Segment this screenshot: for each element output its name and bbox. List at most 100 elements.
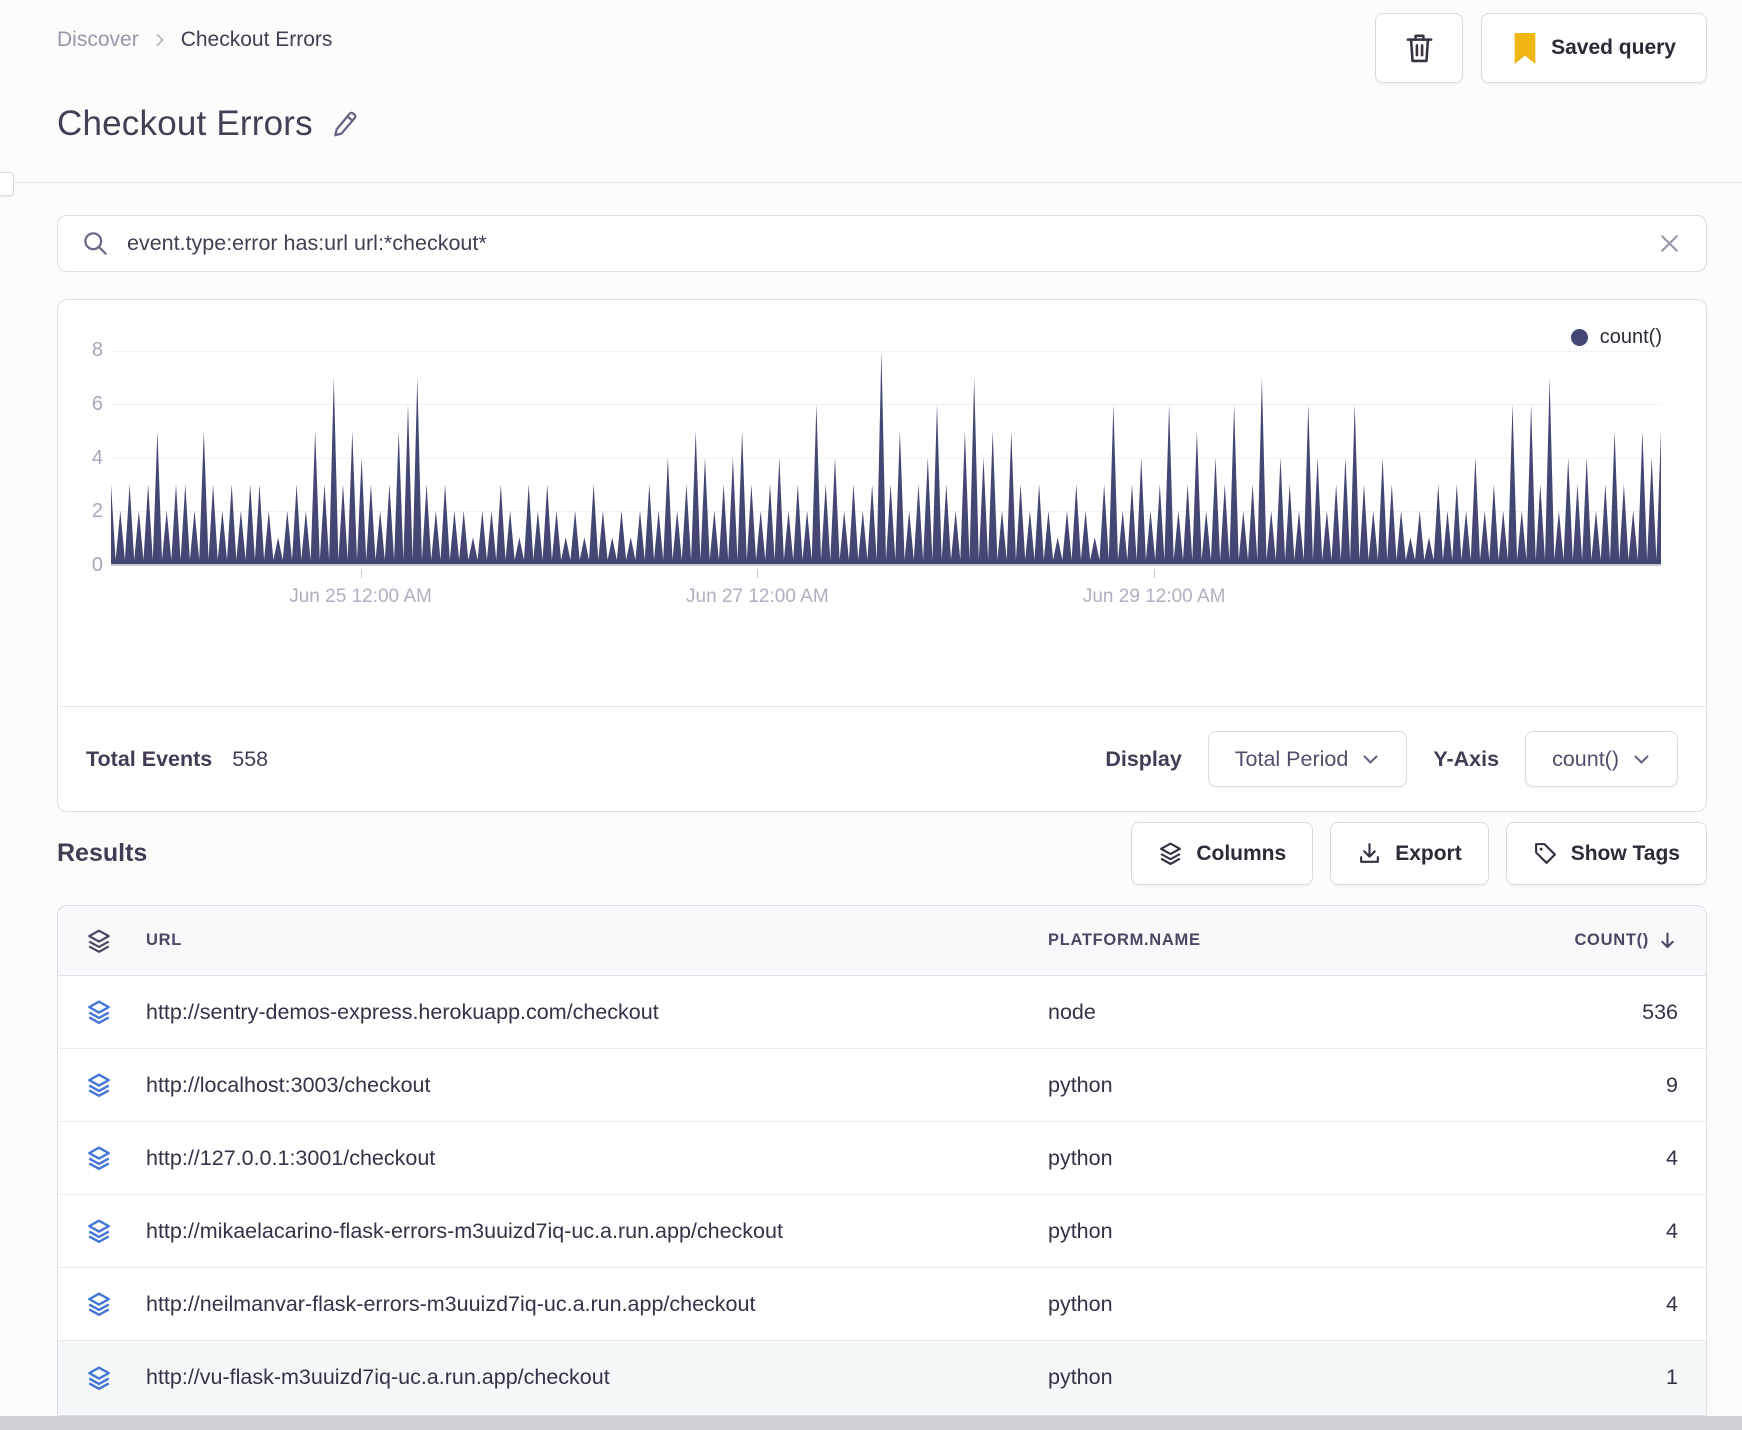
yaxis-dropdown[interactable]: count() (1525, 731, 1678, 787)
trash-icon (1406, 34, 1433, 63)
total-events-label: Total Events (86, 746, 213, 771)
pencil-icon[interactable] (329, 108, 359, 140)
cell-url[interactable]: http://vu-flask-m3uuizd7iq-uc.a.run.app/… (146, 1365, 1048, 1390)
column-header-platform[interactable]: PLATFORM.NAME (1048, 931, 1508, 950)
page-title-row: Checkout Errors (57, 104, 359, 144)
chart-panel: count() 0 2 4 6 8 Jun 25 12:00 AM Jun 27 12:0… (57, 299, 1707, 812)
table-row[interactable]: http://neilmanvar-flask-errors-m3uuizd7i… (58, 1268, 1706, 1341)
bookmark-icon (1514, 32, 1536, 64)
clear-search-button[interactable] (1657, 231, 1682, 256)
count-series-area (111, 351, 1661, 564)
y-tick-label: 2 (91, 500, 103, 523)
results-table: URL PLATFORM.NAME COUNT() http://sentry-… (57, 905, 1707, 1416)
cell-url[interactable]: http://sentry-demos-express.herokuapp.co… (146, 1000, 1048, 1025)
cell-platform[interactable]: python (1048, 1292, 1508, 1317)
chart-controls: Display Total Period Y-Axis count() (1105, 731, 1678, 787)
y-tick-label: 6 (91, 392, 103, 415)
saved-query-button[interactable]: Saved query (1481, 13, 1707, 83)
breadcrumb: Discover Checkout Errors (57, 28, 332, 52)
results-heading: Results (57, 839, 148, 867)
show-tags-button-label: Show Tags (1570, 841, 1680, 865)
delete-query-button[interactable] (1375, 13, 1464, 83)
stack-icon[interactable] (86, 1072, 112, 1098)
chevron-down-icon (1634, 754, 1649, 764)
cell-count[interactable]: 4 (1508, 1146, 1678, 1171)
cell-count[interactable]: 4 (1508, 1219, 1678, 1244)
x-tick-label: Jun 27 12:00 AM (686, 586, 829, 607)
total-events-value: 558 (232, 746, 269, 771)
display-value: Total Period (1234, 746, 1349, 771)
table-row[interactable]: http://vu-flask-m3uuizd7iq-uc.a.run.app/… (58, 1341, 1706, 1414)
chevron-down-icon (1363, 754, 1378, 764)
x-tick-label: Jun 25 12:00 AM (289, 586, 432, 607)
export-button[interactable]: Export (1330, 822, 1489, 885)
results-buttons: Columns Export Show Tags (1131, 822, 1707, 885)
cell-url[interactable]: http://neilmanvar-flask-errors-m3uuizd7i… (146, 1292, 1048, 1317)
cell-url[interactable]: http://localhost:3003/checkout (146, 1073, 1048, 1098)
show-tags-button[interactable]: Show Tags (1505, 822, 1707, 885)
table-body: http://sentry-demos-express.herokuapp.co… (58, 976, 1706, 1414)
stack-icon[interactable] (86, 1291, 112, 1317)
cell-platform[interactable]: python (1048, 1219, 1508, 1244)
export-button-label: Export (1395, 841, 1462, 865)
sort-desc-arrow-icon (1661, 932, 1674, 949)
cell-count[interactable]: 1 (1508, 1365, 1678, 1390)
total-events: Total Events 558 (86, 747, 268, 772)
search-bar (57, 215, 1707, 272)
chart-footer: Total Events 558 Display Total Period Y-… (58, 707, 1706, 811)
columns-button-label: Columns (1196, 841, 1287, 865)
columns-button[interactable]: Columns (1131, 822, 1314, 885)
download-icon (1360, 843, 1380, 863)
page-header: Discover Checkout Errors Saved query Che… (0, 0, 1742, 183)
cell-url[interactable]: http://127.0.0.1:3001/checkout (146, 1146, 1048, 1171)
table-header-row: URL PLATFORM.NAME COUNT() (58, 906, 1706, 976)
table-row[interactable]: http://mikaelacarino-flask-errors-m3uuiz… (58, 1195, 1706, 1268)
table-row[interactable]: http://localhost:3003/checkout python 9 (58, 1049, 1706, 1122)
header-actions: Saved query (1375, 13, 1707, 83)
stack-icon[interactable] (86, 1145, 112, 1171)
events-area-chart[interactable] (111, 351, 1661, 566)
table-row[interactable]: http://127.0.0.1:3001/checkout python 4 (58, 1122, 1706, 1195)
x-tick (1154, 569, 1156, 578)
stack-icon (1160, 842, 1182, 865)
stack-icon[interactable] (86, 999, 112, 1025)
stack-icon[interactable] (86, 928, 112, 954)
display-label: Display (1105, 746, 1182, 771)
display-dropdown[interactable]: Total Period (1207, 731, 1408, 787)
tag-icon (1534, 843, 1556, 864)
column-header-count[interactable]: COUNT() (1508, 930, 1678, 951)
cell-url[interactable]: http://mikaelacarino-flask-errors-m3uuiz… (146, 1219, 1048, 1244)
page-title: Checkout Errors (57, 104, 313, 143)
breadcrumb-current: Checkout Errors (180, 28, 333, 51)
table-row[interactable]: http://sentry-demos-express.herokuapp.co… (58, 976, 1706, 1049)
y-tick-label: 4 (91, 446, 103, 469)
discover-page: Discover Checkout Errors Saved query Che… (0, 0, 1742, 1430)
yaxis-value: count() (1552, 746, 1619, 771)
y-tick-label: 8 (91, 339, 103, 361)
cell-count[interactable]: 4 (1508, 1292, 1678, 1317)
search-input[interactable] (127, 231, 1639, 256)
x-tick (757, 569, 759, 578)
breadcrumb-discover-link[interactable]: Discover (57, 28, 139, 52)
y-tick-label: 0 (91, 554, 103, 576)
horizontal-scrollbar[interactable] (0, 1416, 1742, 1430)
close-icon (1661, 235, 1678, 252)
chart-legend[interactable]: count() (1570, 326, 1662, 349)
stack-icon[interactable] (86, 1218, 112, 1244)
cell-count[interactable]: 536 (1508, 1000, 1678, 1025)
cell-platform[interactable]: python (1048, 1365, 1508, 1390)
chevron-right-icon (156, 33, 164, 47)
cell-platform[interactable]: python (1048, 1146, 1508, 1171)
column-header-url[interactable]: URL (146, 931, 1048, 950)
stack-icon[interactable] (86, 1365, 112, 1391)
saved-query-label: Saved query (1551, 36, 1676, 59)
cell-platform[interactable]: node (1048, 1000, 1508, 1025)
results-bar: Results Columns Export Show Tags (57, 822, 1707, 885)
cell-platform[interactable]: python (1048, 1073, 1508, 1098)
x-tick (360, 569, 362, 578)
area-chart-svg (111, 351, 1661, 564)
yaxis-label: Y-Axis (1433, 746, 1500, 771)
y-axis-labels: 0 2 4 6 8 (63, 339, 103, 576)
cell-count[interactable]: 9 (1508, 1073, 1678, 1098)
sidebar-collapse-handle[interactable] (0, 172, 14, 196)
